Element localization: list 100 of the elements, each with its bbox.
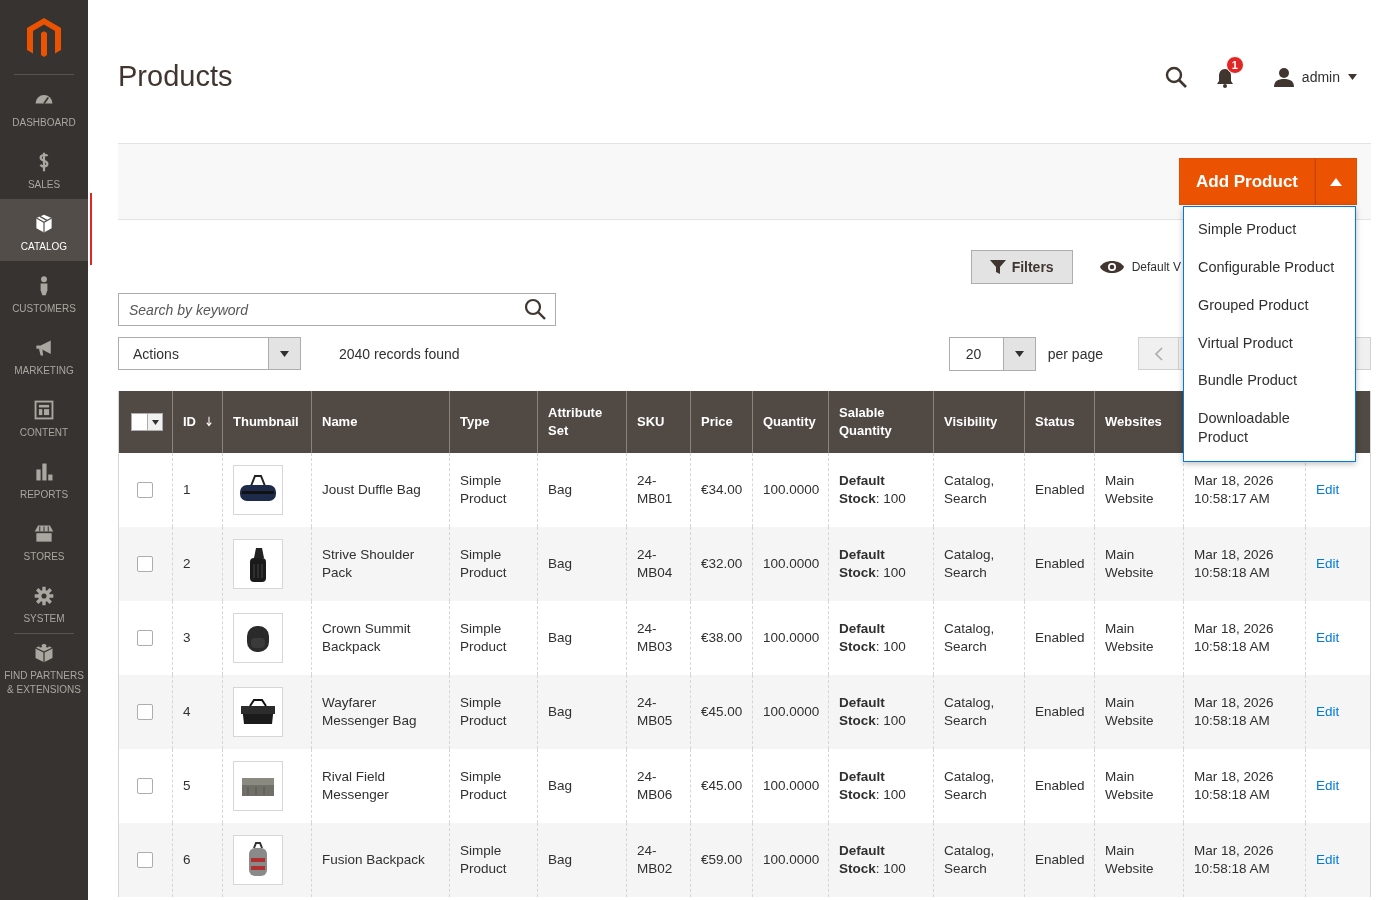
- row-checkbox[interactable]: [137, 630, 153, 646]
- caret-icon: [280, 350, 289, 357]
- menu-item[interactable]: Simple Product: [1184, 211, 1355, 249]
- row-checkbox[interactable]: [137, 482, 153, 498]
- table-cell: €32.00: [701, 556, 743, 572]
- sidebar-item[interactable]: REPORTS: [0, 447, 88, 509]
- table-cell: Rival Field Messenger: [322, 769, 389, 802]
- menu-toggle-button[interactable]: [1315, 158, 1357, 205]
- table-cell: Main Website: [1105, 769, 1154, 802]
- bell-icon[interactable]: [1215, 67, 1234, 88]
- edit-link[interactable]: Edit: [1316, 482, 1340, 498]
- edit-link[interactable]: Edit: [1316, 852, 1340, 868]
- caret-icon: [1014, 350, 1024, 357]
- table-cell: €34.00: [701, 482, 743, 498]
- user-menu[interactable]: admin: [1273, 66, 1357, 87]
- table-cell: Enabled: [1035, 630, 1085, 646]
- table-cell: Bag: [548, 630, 573, 646]
- table-cell: Wayfarer Messenger Bag: [322, 695, 417, 728]
- search-field[interactable]: Search by keyword: [118, 293, 556, 326]
- table-cell: Main Website: [1105, 473, 1154, 506]
- table-cell: Simple Product: [460, 769, 507, 802]
- table-cell: Main Website: [1105, 621, 1154, 654]
- table-cell: 24-MB06: [637, 769, 673, 802]
- sidebar-item[interactable]: MARKETING: [0, 323, 88, 385]
- table-cell: Mar 18, 2026 10:58:18 AM: [1194, 621, 1274, 654]
- table-cell: €59.00: [701, 852, 743, 868]
- table-cell: 1: [183, 482, 191, 498]
- sidebar-item[interactable]: SALES: [0, 137, 88, 199]
- add-product-button[interactable]: Add Product: [1179, 158, 1315, 205]
- edit-link[interactable]: Edit: [1316, 630, 1340, 646]
- menu-item[interactable]: Configurable Product: [1184, 248, 1355, 287]
- table-cell: 3: [183, 630, 191, 646]
- actions-dropdown[interactable]: Actions: [118, 337, 301, 370]
- sidebar-item[interactable]: CUSTOMERS: [0, 261, 88, 323]
- row-checkbox[interactable]: [137, 556, 153, 572]
- table-cell: Bag: [548, 778, 573, 794]
- table-cell: Catalog, Search: [944, 695, 995, 728]
- sidebar-item[interactable]: CONTENT: [0, 385, 88, 447]
- table-cell: Bag: [548, 704, 573, 720]
- sort-arrow-icon[interactable]: [206, 415, 212, 429]
- table-cell: Bag: [548, 852, 573, 868]
- table-cell: Enabled: [1035, 778, 1085, 794]
- column-header[interactable]: SKU: [637, 413, 680, 431]
- records-count: 2040 records found: [339, 345, 460, 362]
- sidebar-item[interactable]: SYSTEM: [0, 571, 88, 633]
- menu-item[interactable]: Grouped Product: [1184, 286, 1355, 325]
- table-cell: Enabled: [1035, 482, 1085, 498]
- edit-link[interactable]: Edit: [1316, 778, 1340, 794]
- table-cell: Enabled: [1035, 704, 1085, 720]
- sidebar-item[interactable]: DASHBOARD: [0, 75, 88, 137]
- search-icon[interactable]: [1163, 64, 1188, 89]
- storefront-icon: [33, 523, 55, 545]
- search-icon[interactable]: [524, 298, 546, 320]
- table-cell: Simple Product: [460, 547, 507, 580]
- menu-item[interactable]: Downloadable Product: [1184, 400, 1355, 457]
- table-cell: Catalog, Search: [944, 843, 995, 876]
- menu-item[interactable]: Bundle Product: [1184, 362, 1355, 401]
- table-cell: Catalog, Search: [944, 621, 995, 654]
- table-cell: Default Stock: 100: [839, 473, 906, 506]
- caret-icon: [1348, 73, 1357, 80]
- table-cell: Main Website: [1105, 843, 1154, 876]
- box-icon: [33, 213, 55, 235]
- column-header[interactable]: ID: [183, 413, 196, 431]
- table-cell: Main Website: [1105, 547, 1154, 580]
- blocks-icon: [33, 642, 55, 664]
- column-header[interactable]: Price: [701, 413, 742, 431]
- per-page-label: per page: [1047, 345, 1103, 362]
- table-cell: Simple Product: [460, 695, 507, 728]
- table-cell: €45.00: [701, 778, 743, 794]
- table-cell: Mar 18, 2026 10:58:17 AM: [1194, 473, 1274, 506]
- edit-link[interactable]: Edit: [1316, 556, 1340, 572]
- logo-icon[interactable]: [25, 16, 63, 60]
- table-cell: 24-MB05: [637, 695, 673, 728]
- menu-item[interactable]: Virtual Product: [1184, 324, 1355, 363]
- table-cell: Default Stock: 100: [839, 843, 906, 876]
- chevron-left-icon: [1154, 346, 1163, 361]
- table-cell: Joust Duffle Bag: [322, 482, 421, 498]
- table-cell: 100.0000: [763, 704, 820, 720]
- table-cell: 100.0000: [763, 482, 820, 498]
- filter-icon: [989, 259, 1006, 275]
- row-checkbox[interactable]: [137, 778, 153, 794]
- page-title: Products: [118, 60, 233, 93]
- row-checkbox[interactable]: [137, 852, 153, 868]
- table-cell: €45.00: [701, 704, 743, 720]
- sidebar-item[interactable]: FIND PARTNERS & EXTENSIONS: [0, 634, 88, 696]
- mass-select-dropdown[interactable]: [131, 413, 163, 431]
- table-cell: 100.0000: [763, 556, 820, 572]
- caret-icon: [1330, 177, 1342, 186]
- table-cell: 100.0000: [763, 778, 820, 794]
- per-page-dropdown[interactable]: 20: [948, 336, 1036, 371]
- table-cell: Default Stock: 100: [839, 695, 906, 728]
- table-cell: 24-MB01: [637, 473, 673, 506]
- user-icon: [1273, 66, 1294, 87]
- row-checkbox[interactable]: [137, 704, 153, 720]
- filters-button[interactable]: Filters: [970, 250, 1073, 284]
- table-cell: Catalog, Search: [944, 547, 995, 580]
- view-selector[interactable]: Default V: [1099, 260, 1181, 274]
- table-cell: 5: [183, 778, 191, 794]
- edit-link[interactable]: Edit: [1316, 704, 1340, 720]
- sidebar-item[interactable]: STORES: [0, 509, 88, 571]
